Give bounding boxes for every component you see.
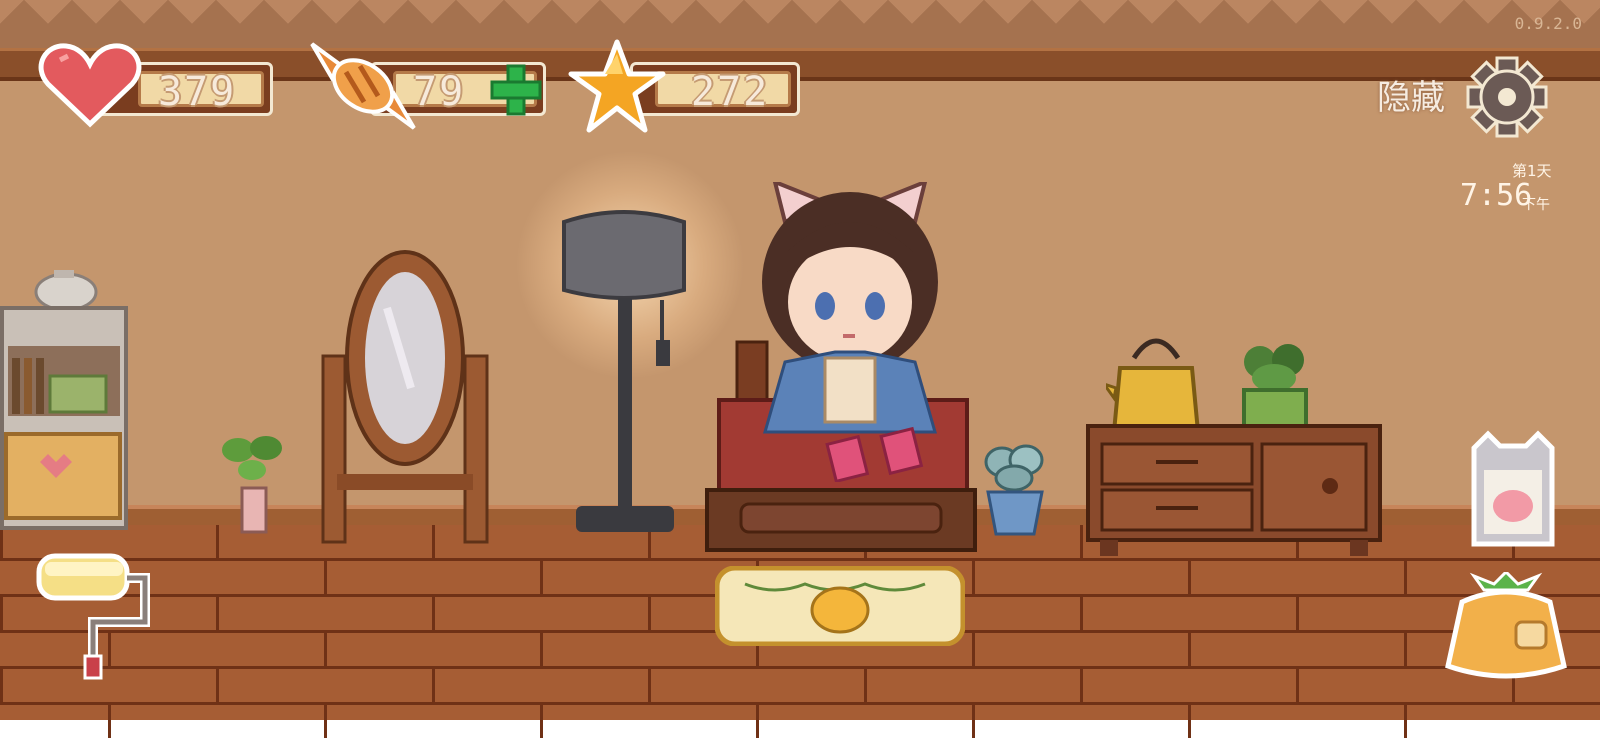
floor-seam <box>1404 705 1407 738</box>
backpack-icon[interactable] <box>1444 572 1569 682</box>
floor-seam <box>1404 633 1407 666</box>
floor-seam <box>216 669 219 702</box>
floor-seam <box>216 597 219 630</box>
potted-plant-small[interactable] <box>218 428 288 534</box>
floor-seam <box>648 669 651 702</box>
floor-seam <box>540 633 543 666</box>
settings-gear-icon[interactable] <box>1466 56 1548 138</box>
floor-seam <box>0 669 3 702</box>
succulent-pot[interactable] <box>980 440 1050 536</box>
clock-ampm: 下午 <box>1522 197 1550 213</box>
candy-value: 79 <box>413 69 466 115</box>
candy-icon <box>310 42 416 130</box>
floor-seam <box>1188 561 1191 594</box>
floor-seam <box>540 561 543 594</box>
potted-plant[interactable] <box>1240 338 1310 438</box>
hearts-value: 379 <box>158 69 237 115</box>
floor-seam <box>1080 669 1083 702</box>
floor-seam <box>324 705 327 738</box>
cat-girl-character[interactable] <box>735 182 975 482</box>
floor-seam <box>756 705 759 738</box>
floor-seam <box>1188 633 1191 666</box>
duck-rug[interactable] <box>715 566 965 646</box>
floor-seam <box>108 705 111 738</box>
floor-seam <box>432 597 435 630</box>
floor-seam <box>1404 561 1407 594</box>
floor-seam <box>0 597 3 630</box>
cat-card-icon[interactable] <box>1468 430 1558 550</box>
version-label: 0.9.2.0 <box>1514 14 1582 33</box>
wooden-cabinet[interactable] <box>1086 424 1382 560</box>
floor-seam <box>540 705 543 738</box>
bookshelf[interactable] <box>0 266 130 534</box>
floor-seam <box>432 669 435 702</box>
wall-top-trim <box>0 0 1600 50</box>
floor-seam <box>324 561 327 594</box>
floor-seam <box>324 633 327 666</box>
stars-value: 272 <box>691 69 770 115</box>
heart-icon <box>38 43 142 128</box>
floor-seam <box>972 705 975 738</box>
floor-lamp[interactable] <box>560 206 690 540</box>
kettle[interactable] <box>1106 328 1206 438</box>
floor-seam <box>1080 525 1083 558</box>
floor-seam <box>648 597 651 630</box>
floor-seam <box>1080 597 1083 630</box>
floor-seam <box>972 561 975 594</box>
floor-seam <box>1188 705 1191 738</box>
floor-seam <box>864 669 867 702</box>
star-icon <box>568 39 666 133</box>
hide-ui-button[interactable]: 隐藏 <box>1377 70 1445 119</box>
standing-mirror[interactable] <box>315 248 495 548</box>
floor-seam <box>1296 669 1299 702</box>
floor-seam <box>972 633 975 666</box>
paint-roller-icon[interactable] <box>35 552 155 682</box>
floor-seam <box>1296 597 1299 630</box>
add-candy-button[interactable] <box>488 62 544 118</box>
